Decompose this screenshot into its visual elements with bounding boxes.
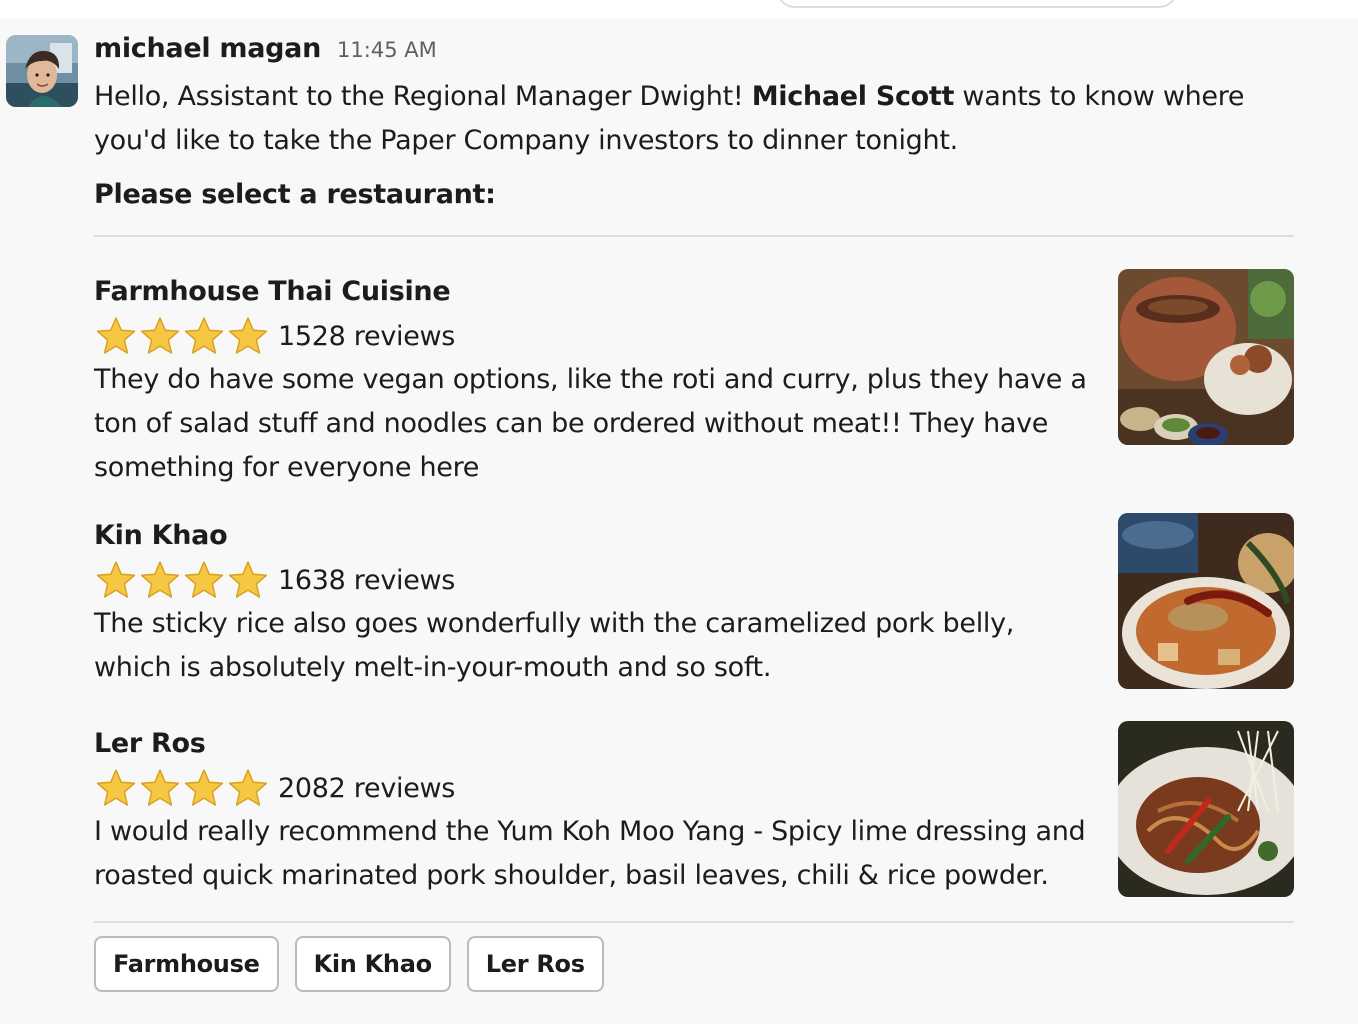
top-strip [0,0,1358,19]
timestamp[interactable]: 11:45 AM [337,38,437,62]
star-icon [228,561,268,598]
curry-bowl-photo-icon[interactable] [1118,513,1294,689]
star-icon [228,317,268,354]
review-count: 1528 reviews [278,320,456,352]
star-icon [96,769,136,806]
review-text: I would really recommend the Yum Koh Moo… [94,816,1086,891]
ler-ros-button[interactable]: Ler Ros [466,936,604,992]
divider-bottom [94,921,1294,923]
restaurant-buttons: Farmhouse Kin Khao Ler Ros [94,936,604,992]
rating-row: 1528 reviews [94,314,1294,358]
message-header: michael magan 11:45 AM [94,33,437,69]
rating-row: 2082 reviews [94,766,1294,810]
star-icon [140,769,180,806]
restaurant-farmhouse: Farmhouse Thai Cuisine 1528 reviews They… [94,269,1294,490]
star-icon [184,317,224,354]
intro-bold-name: Michael Scott [751,81,955,112]
star-icon [140,561,180,598]
star-rating [94,766,270,810]
restaurant-kin-khao: Kin Khao 1638 reviews The sticky rice al… [94,513,1294,690]
star-rating [94,314,270,358]
star-icon [140,317,180,354]
star-rating [94,558,270,602]
star-icon [228,769,268,806]
restaurant-name: Kin Khao [94,520,228,551]
noodle-plate-photo-icon[interactable] [1118,721,1294,897]
restaurant-name: Farmhouse Thai Cuisine [94,276,451,307]
select-prompt: Please select a restaurant: [94,179,496,210]
review-count: 1638 reviews [278,564,456,596]
star-icon [184,769,224,806]
intro-text: Hello, Assistant to the Regional Manager… [94,75,1274,163]
rating-row: 1638 reviews [94,558,1294,602]
thai-food-photo-icon[interactable] [1118,269,1294,445]
restaurant-ler-ros: Ler Ros 2082 reviews I would really reco… [94,721,1294,898]
intro-part1: Hello, Assistant to the Regional Manager… [94,81,752,112]
star-icon [184,561,224,598]
divider-top [94,235,1294,237]
avatar[interactable] [6,35,78,107]
author-name[interactable]: michael magan [94,33,321,64]
farmhouse-button[interactable]: Farmhouse [94,936,279,992]
composer-pill[interactable] [776,0,1178,8]
review-count: 2082 reviews [278,772,456,804]
kin-khao-button[interactable]: Kin Khao [294,936,451,992]
review-text: The sticky rice also goes wonderfully wi… [94,608,1015,683]
star-icon [96,317,136,354]
review-text: They do have some vegan options, like th… [94,364,1087,483]
star-icon [96,561,136,598]
restaurant-name: Ler Ros [94,728,206,759]
message: michael magan 11:45 AM Hello, Assistant … [0,19,1358,1024]
